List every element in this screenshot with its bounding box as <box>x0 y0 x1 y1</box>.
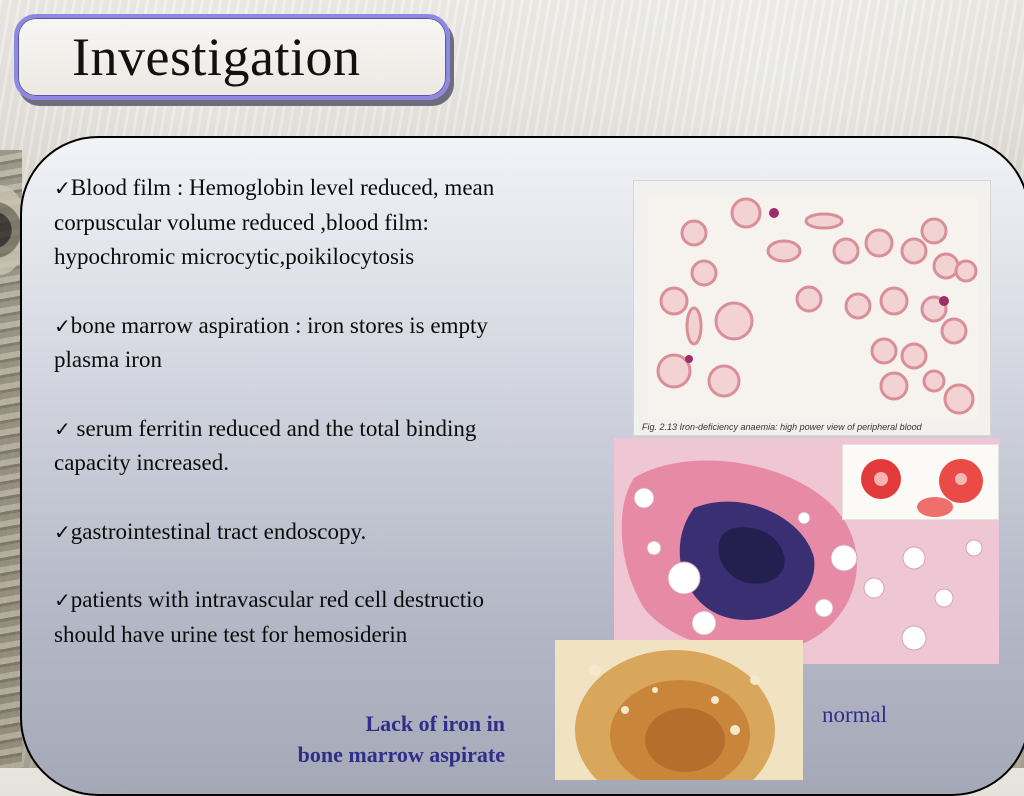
bullet-text: bone marrow aspiration : iron stores is … <box>54 312 488 373</box>
bullet-bone-marrow: ✓bone marrow aspiration : iron stores is… <box>54 309 634 378</box>
lack-of-iron-label: Lack of iron in bone marrow aspirate <box>220 708 505 770</box>
checkmark-icon: ✓ <box>54 313 71 338</box>
lack-label-line1: Lack of iron in <box>365 711 505 736</box>
red-cells-inset-illustration <box>861 459 983 517</box>
title-box: Investigation <box>14 14 450 100</box>
lack-iron-illustration <box>555 640 803 780</box>
checkmark-icon: ✓ <box>54 588 71 612</box>
blood-cells-illustration <box>648 197 978 419</box>
lack-iron-marrow-image <box>555 640 803 780</box>
bullet-serum-ferritin: ✓ serum ferritin reduced and the total b… <box>54 412 634 481</box>
red-cell-inset <box>842 444 999 520</box>
bullet-text: gastrointestinal tract endoscopy. <box>70 518 367 544</box>
checkmark-icon: ✓ <box>54 176 71 200</box>
slide-title: Investigation <box>72 27 361 87</box>
normal-marrow-iron-image <box>614 438 999 664</box>
bullet-text: serum ferritin reduced and the total bin… <box>54 415 477 476</box>
figure-caption: Fig. 2.13 Iron-deficiency anaemia: high … <box>642 422 922 432</box>
blood-film-image: Fig. 2.13 Iron-deficiency anaemia: high … <box>633 180 991 436</box>
bullet-text: Blood film : Hemoglobin level reduced, m… <box>54 175 495 269</box>
checkmark-icon: ✓ <box>54 416 71 441</box>
lack-label-line2: bone marrow aspirate <box>297 742 505 767</box>
normal-label: normal <box>822 702 888 727</box>
bullet-blood-film: ✓Blood film : Hemoglobin level reduced, … <box>54 171 634 275</box>
bullet-endoscopy: ✓gastrointestinal tract endoscopy. <box>54 515 634 550</box>
bullet-urine-test: ✓patients with intravascular red cell de… <box>54 583 634 652</box>
bullet-text: patients with intravascular red cell des… <box>54 587 484 647</box>
bullet-list: ✓Blood film : Hemoglobin level reduced, … <box>54 171 634 686</box>
checkmark-icon: ✓ <box>54 519 71 544</box>
